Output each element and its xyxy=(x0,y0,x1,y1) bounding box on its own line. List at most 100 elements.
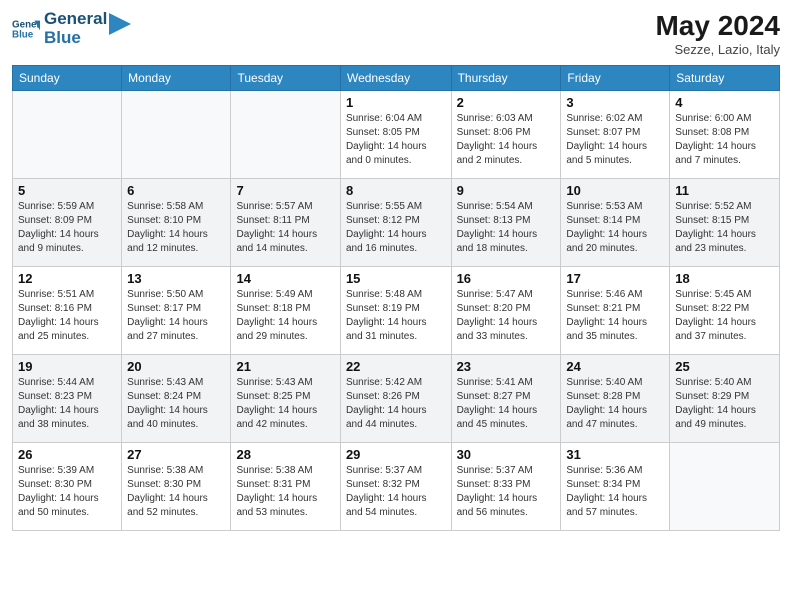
calendar-day-cell: 10 Sunrise: 5:53 AM Sunset: 8:14 PM Dayli… xyxy=(561,179,670,267)
logo-text-line1: General xyxy=(44,10,107,29)
calendar-day-cell: 24 Sunrise: 5:40 AM Sunset: 8:28 PM Dayli… xyxy=(561,355,670,443)
day-info: Sunrise: 5:37 AM Sunset: 8:33 PM Dayligh… xyxy=(457,464,556,520)
day-number: 20 xyxy=(127,359,225,374)
day-info: Sunrise: 5:40 AM Sunset: 8:29 PM Dayligh… xyxy=(675,376,774,432)
page-container: General Blue General Blue May 2024 Sezze… xyxy=(0,0,792,541)
calendar-day-cell: 20 Sunrise: 5:43 AM Sunset: 8:24 PM Dayli… xyxy=(122,355,231,443)
calendar-week-row: 5 Sunrise: 5:59 AM Sunset: 8:09 PM Daylig… xyxy=(13,179,780,267)
day-number: 26 xyxy=(18,447,116,462)
day-info: Sunrise: 5:40 AM Sunset: 8:28 PM Dayligh… xyxy=(566,376,664,432)
day-number: 16 xyxy=(457,271,556,286)
day-info: Sunrise: 6:04 AM Sunset: 8:05 PM Dayligh… xyxy=(346,112,446,168)
calendar-day-cell xyxy=(13,91,122,179)
calendar-week-row: 19 Sunrise: 5:44 AM Sunset: 8:23 PM Dayli… xyxy=(13,355,780,443)
day-number: 13 xyxy=(127,271,225,286)
calendar-week-row: 1 Sunrise: 6:04 AM Sunset: 8:05 PM Daylig… xyxy=(13,91,780,179)
day-number: 25 xyxy=(675,359,774,374)
calendar-day-cell: 25 Sunrise: 5:40 AM Sunset: 8:29 PM Dayli… xyxy=(670,355,780,443)
day-info: Sunrise: 5:42 AM Sunset: 8:26 PM Dayligh… xyxy=(346,376,446,432)
day-number: 10 xyxy=(566,183,664,198)
day-number: 19 xyxy=(18,359,116,374)
day-number: 14 xyxy=(236,271,334,286)
calendar-day-cell: 7 Sunrise: 5:57 AM Sunset: 8:11 PM Daylig… xyxy=(231,179,340,267)
calendar-day-cell: 27Sunrise: 5:38 AM Sunset: 8:30 PM Dayli… xyxy=(122,443,231,531)
day-info: Sunrise: 5:37 AM Sunset: 8:32 PM Dayligh… xyxy=(346,464,446,520)
day-number: 2 xyxy=(457,95,556,110)
day-info: Sunrise: 5:43 AM Sunset: 8:25 PM Dayligh… xyxy=(236,376,334,432)
day-info: Sunrise: 6:00 AM Sunset: 8:08 PM Dayligh… xyxy=(675,112,774,168)
logo: General Blue General Blue xyxy=(12,10,131,47)
day-number: 12 xyxy=(18,271,116,286)
day-info: Sunrise: 5:52 AM Sunset: 8:15 PM Dayligh… xyxy=(675,200,774,256)
calendar-week-row: 26 Sunrise: 5:39 AM Sunset: 8:30 PM Dayli… xyxy=(13,443,780,531)
calendar-day-cell: 26 Sunrise: 5:39 AM Sunset: 8:30 PM Dayli… xyxy=(13,443,122,531)
day-info: Sunrise: 5:39 AM Sunset: 8:30 PM Dayligh… xyxy=(18,464,116,520)
day-info: Sunrise: 5:44 AM Sunset: 8:23 PM Dayligh… xyxy=(18,376,116,432)
day-info: Sunrise: 6:03 AM Sunset: 8:06 PM Dayligh… xyxy=(457,112,556,168)
day-info: Sunrise: 5:53 AM Sunset: 8:14 PM Dayligh… xyxy=(566,200,664,256)
calendar-day-cell: 4 Sunrise: 6:00 AM Sunset: 8:08 PM Daylig… xyxy=(670,91,780,179)
day-info: Sunrise: 5:59 AM Sunset: 8:09 PM Dayligh… xyxy=(18,200,116,256)
header: General Blue General Blue May 2024 Sezze… xyxy=(12,10,780,57)
day-of-week-header: Wednesday xyxy=(340,66,451,91)
logo-text-line2: Blue xyxy=(44,29,107,48)
day-info: Sunrise: 5:57 AM Sunset: 8:11 PM Dayligh… xyxy=(236,200,334,256)
calendar-day-cell: 11 Sunrise: 5:52 AM Sunset: 8:15 PM Dayli… xyxy=(670,179,780,267)
day-number: 27 xyxy=(127,447,225,462)
day-number: 7 xyxy=(236,183,334,198)
day-info: Sunrise: 5:54 AM Sunset: 8:13 PM Dayligh… xyxy=(457,200,556,256)
calendar-day-cell: 5 Sunrise: 5:59 AM Sunset: 8:09 PM Daylig… xyxy=(13,179,122,267)
day-number: 22 xyxy=(346,359,446,374)
day-of-week-header: Tuesday xyxy=(231,66,340,91)
calendar-day-cell xyxy=(122,91,231,179)
calendar-day-cell: 3Sunrise: 6:02 AM Sunset: 8:07 PM Daylig… xyxy=(561,91,670,179)
day-of-week-header: Thursday xyxy=(451,66,561,91)
day-info: Sunrise: 5:48 AM Sunset: 8:19 PM Dayligh… xyxy=(346,288,446,344)
day-number: 24 xyxy=(566,359,664,374)
calendar-day-cell: 1 Sunrise: 6:04 AM Sunset: 8:05 PM Daylig… xyxy=(340,91,451,179)
calendar-day-cell: 19 Sunrise: 5:44 AM Sunset: 8:23 PM Dayli… xyxy=(13,355,122,443)
month-year-title: May 2024 xyxy=(655,10,780,42)
calendar-day-cell: 18Sunrise: 5:45 AM Sunset: 8:22 PM Dayli… xyxy=(670,267,780,355)
day-number: 9 xyxy=(457,183,556,198)
day-of-week-header: Saturday xyxy=(670,66,780,91)
calendar-day-cell: 13 Sunrise: 5:50 AM Sunset: 8:17 PM Dayli… xyxy=(122,267,231,355)
calendar-day-cell: 15 Sunrise: 5:48 AM Sunset: 8:19 PM Dayli… xyxy=(340,267,451,355)
calendar-day-cell: 9 Sunrise: 5:54 AM Sunset: 8:13 PM Daylig… xyxy=(451,179,561,267)
day-info: Sunrise: 5:45 AM Sunset: 8:22 PM Dayligh… xyxy=(675,288,774,344)
day-info: Sunrise: 5:47 AM Sunset: 8:20 PM Dayligh… xyxy=(457,288,556,344)
day-info: Sunrise: 5:55 AM Sunset: 8:12 PM Dayligh… xyxy=(346,200,446,256)
day-number: 6 xyxy=(127,183,225,198)
day-info: Sunrise: 5:51 AM Sunset: 8:16 PM Dayligh… xyxy=(18,288,116,344)
day-number: 4 xyxy=(675,95,774,110)
day-info: Sunrise: 5:46 AM Sunset: 8:21 PM Dayligh… xyxy=(566,288,664,344)
day-number: 17 xyxy=(566,271,664,286)
calendar-day-cell: 21 Sunrise: 5:43 AM Sunset: 8:25 PM Dayli… xyxy=(231,355,340,443)
calendar-day-cell: 28Sunrise: 5:38 AM Sunset: 8:31 PM Dayli… xyxy=(231,443,340,531)
day-info: Sunrise: 5:50 AM Sunset: 8:17 PM Dayligh… xyxy=(127,288,225,344)
calendar-day-cell xyxy=(670,443,780,531)
day-number: 5 xyxy=(18,183,116,198)
calendar-week-row: 12 Sunrise: 5:51 AM Sunset: 8:16 PM Dayli… xyxy=(13,267,780,355)
calendar-day-cell xyxy=(231,91,340,179)
day-number: 1 xyxy=(346,95,446,110)
day-number: 15 xyxy=(346,271,446,286)
day-number: 21 xyxy=(236,359,334,374)
day-number: 29 xyxy=(346,447,446,462)
day-info: Sunrise: 5:38 AM Sunset: 8:31 PM Dayligh… xyxy=(236,464,334,520)
calendar-day-cell: 29 Sunrise: 5:37 AM Sunset: 8:32 PM Dayli… xyxy=(340,443,451,531)
day-number: 3 xyxy=(566,95,664,110)
day-number: 30 xyxy=(457,447,556,462)
day-of-week-header: Sunday xyxy=(13,66,122,91)
location-subtitle: Sezze, Lazio, Italy xyxy=(655,42,780,57)
day-info: Sunrise: 5:43 AM Sunset: 8:24 PM Dayligh… xyxy=(127,376,225,432)
calendar-day-cell: 14Sunrise: 5:49 AM Sunset: 8:18 PM Dayli… xyxy=(231,267,340,355)
day-info: Sunrise: 5:36 AM Sunset: 8:34 PM Dayligh… xyxy=(566,464,664,520)
calendar-day-cell: 23Sunrise: 5:41 AM Sunset: 8:27 PM Dayli… xyxy=(451,355,561,443)
day-info: Sunrise: 5:58 AM Sunset: 8:10 PM Dayligh… xyxy=(127,200,225,256)
day-number: 11 xyxy=(675,183,774,198)
calendar-day-cell: 8Sunrise: 5:55 AM Sunset: 8:12 PM Daylig… xyxy=(340,179,451,267)
calendar-day-cell: 22 Sunrise: 5:42 AM Sunset: 8:26 PM Dayli… xyxy=(340,355,451,443)
title-block: May 2024 Sezze, Lazio, Italy xyxy=(655,10,780,57)
day-number: 31 xyxy=(566,447,664,462)
